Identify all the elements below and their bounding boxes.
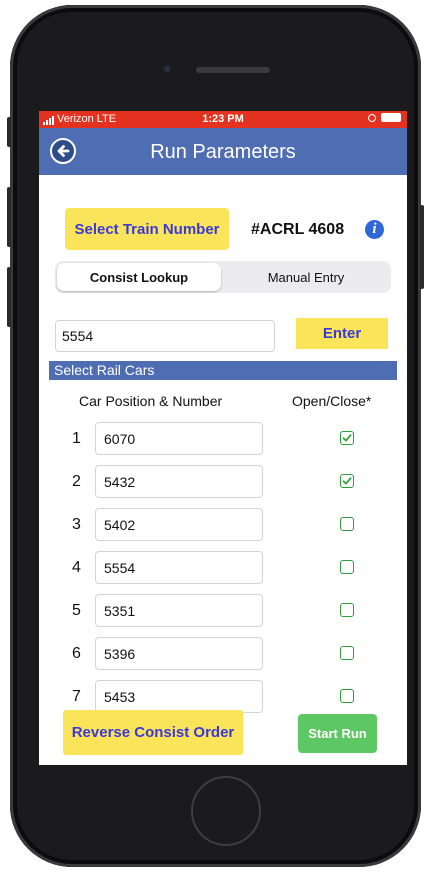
open-close-checkbox[interactable]	[340, 431, 354, 445]
open-close-checkbox[interactable]	[340, 517, 354, 531]
silent-switch	[7, 117, 11, 147]
car-number-input[interactable]	[95, 508, 263, 541]
car-number-input[interactable]	[95, 637, 263, 670]
rail-car-row: 4	[39, 551, 407, 585]
select-rail-cars-header: Select Rail Cars	[49, 361, 397, 380]
rail-car-row: 7	[39, 680, 407, 714]
info-icon[interactable]: i	[365, 220, 384, 239]
tab-manual-entry[interactable]: Manual Entry	[223, 263, 389, 291]
rail-car-row: 5	[39, 594, 407, 628]
rail-car-row: 2	[39, 465, 407, 499]
car-number-input[interactable]	[95, 594, 263, 627]
rail-car-row: 6	[39, 637, 407, 671]
rail-car-row: 1	[39, 422, 407, 456]
checkmark-icon	[342, 434, 352, 442]
car-number-input[interactable]	[95, 551, 263, 584]
car-position: 6	[72, 645, 81, 662]
front-camera	[162, 64, 172, 74]
volume-down-button	[7, 267, 11, 327]
open-close-column-header: Open/Close*	[292, 393, 372, 409]
car-position: 7	[72, 688, 81, 705]
car-number-input[interactable]	[95, 465, 263, 498]
earpiece-speaker	[196, 67, 270, 73]
app-screen: Verizon LTE 1:23 PM Run Parameters Selec…	[39, 111, 407, 765]
status-bar: Verizon LTE 1:23 PM	[39, 111, 407, 128]
car-position: 1	[72, 430, 81, 447]
car-position-column-header: Car Position & Number	[79, 393, 223, 409]
start-run-button[interactable]: Start Run	[298, 714, 377, 753]
home-button[interactable]	[191, 776, 261, 846]
car-number-input[interactable]	[95, 422, 263, 455]
navigation-bar: Run Parameters	[39, 128, 407, 175]
open-close-checkbox[interactable]	[340, 474, 354, 488]
select-train-number-button[interactable]: Select Train Number	[65, 208, 229, 250]
enter-button[interactable]: Enter	[296, 318, 388, 349]
checkmark-icon	[342, 477, 352, 485]
open-close-checkbox[interactable]	[340, 689, 354, 703]
page-title: Run Parameters	[150, 141, 296, 163]
volume-up-button	[7, 187, 11, 247]
consist-lookup-input[interactable]	[55, 320, 275, 352]
car-number-input[interactable]	[95, 680, 263, 713]
status-time: 1:23 PM	[202, 113, 244, 125]
car-position: 4	[72, 559, 81, 576]
reverse-consist-order-button[interactable]: Reverse Consist Order	[63, 710, 243, 755]
entry-mode-segmented-control: Consist Lookup Manual Entry	[55, 261, 391, 293]
status-right	[368, 113, 401, 122]
power-button	[420, 205, 424, 289]
open-close-checkbox[interactable]	[340, 646, 354, 660]
open-close-checkbox[interactable]	[340, 560, 354, 574]
train-number: #ACRL 4608	[251, 221, 345, 238]
car-position: 3	[72, 516, 81, 533]
rail-car-row: 3	[39, 508, 407, 542]
car-position: 2	[72, 473, 81, 490]
orientation-lock-icon	[368, 113, 376, 122]
open-close-checkbox[interactable]	[340, 603, 354, 617]
battery-icon	[381, 113, 401, 122]
tab-consist-lookup[interactable]: Consist Lookup	[57, 263, 221, 291]
car-position: 5	[72, 602, 81, 619]
